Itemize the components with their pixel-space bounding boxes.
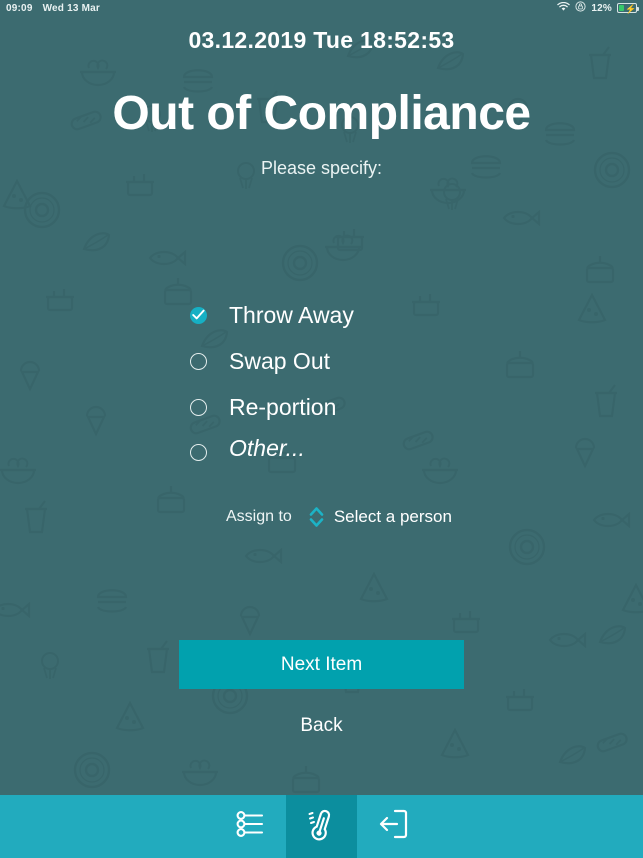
wifi-icon: [557, 1, 571, 15]
battery-percent-label: 12%: [591, 2, 612, 14]
option-swap-out[interactable]: Swap Out: [190, 338, 470, 384]
page-title: Out of Compliance: [112, 87, 531, 140]
bottom-navigation-bar: [0, 795, 643, 858]
sliders-list-icon: [234, 807, 268, 846]
option-label: Re-portion: [229, 393, 337, 420]
nav-checklist-button[interactable]: [215, 795, 286, 858]
assign-to-person-select[interactable]: Select a person: [334, 507, 452, 527]
header-datetime: 03.12.2019 Tue 18:52:53: [188, 27, 455, 53]
option-label: Swap Out: [229, 347, 330, 374]
option-label: Throw Away: [229, 301, 354, 328]
option-re-portion[interactable]: Re-portion: [190, 384, 470, 430]
option-other[interactable]: [190, 430, 470, 474]
app-root: 09:09 Wed 13 Mar 12% ⚡ 03.12.2019 Tue 18…: [0, 0, 643, 858]
exit-arrow-icon: [376, 807, 410, 846]
page-subtitle: Please specify:: [260, 158, 383, 178]
radio-unchecked-icon[interactable]: [190, 443, 207, 461]
compliance-options-list: Throw Away Swap Out Re-portion: [190, 292, 470, 474]
assign-to-row: Assign to Select a person: [226, 505, 452, 529]
radio-unchecked-icon[interactable]: [190, 398, 207, 416]
next-item-button[interactable]: Next Item: [179, 640, 464, 689]
nav-temperature-button[interactable]: [286, 795, 357, 858]
status-bar-time: 09:09: [6, 2, 33, 14]
status-bar-date: Wed 13 Mar: [42, 2, 100, 14]
battery-charging-icon: ⚡: [617, 3, 639, 14]
option-throw-away[interactable]: Throw Away: [190, 292, 470, 338]
radio-checked-icon[interactable]: [190, 306, 207, 324]
thermometer-icon: [304, 805, 340, 848]
other-field-wrap: [227, 434, 470, 470]
chevron-up-down-icon[interactable]: [308, 505, 325, 529]
assign-to-label: Assign to: [226, 508, 292, 525]
radio-unchecked-icon[interactable]: [190, 352, 207, 370]
rotation-lock-icon: [575, 1, 586, 15]
status-bar: 09:09 Wed 13 Mar 12% ⚡: [0, 0, 643, 16]
other-input[interactable]: [227, 434, 470, 470]
back-button[interactable]: Back: [0, 715, 643, 737]
nav-logout-button[interactable]: [357, 795, 428, 858]
